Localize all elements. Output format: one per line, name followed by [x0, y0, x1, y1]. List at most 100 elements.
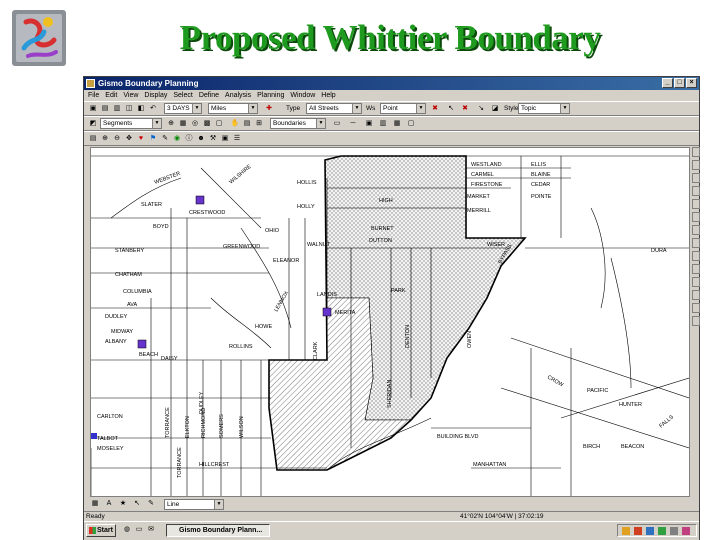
menu-help[interactable]: Help [321, 90, 335, 101]
map-view[interactable]: WEBSTER WILSHIRE CRESTWOOD SLATER BOYD S… [90, 147, 690, 497]
info-icon[interactable]: ⓘ [184, 134, 194, 144]
quicklaunch-outlook-icon[interactable]: ✉ [146, 525, 156, 535]
erase-icon[interactable]: ✖ [460, 104, 470, 114]
tool-icon[interactable] [692, 160, 700, 170]
camera-icon[interactable]: ▣ [220, 134, 230, 144]
pen-icon[interactable]: ✎ [146, 499, 156, 509]
frame-icon[interactable]: ▭ [332, 119, 342, 129]
street-label: SOMERS [219, 414, 225, 438]
window-icon[interactable]: ▣ [364, 119, 374, 129]
window-titlebar[interactable]: Gismo Boundary Planning _ □ × [84, 77, 699, 90]
heart-icon[interactable]: ♥ [136, 134, 146, 144]
tool-icon[interactable] [692, 212, 700, 222]
tool-icon[interactable] [692, 225, 700, 235]
tray-icon[interactable] [682, 527, 690, 535]
tray-icon[interactable] [658, 527, 666, 535]
street-label: CHATHAM [115, 272, 142, 278]
menu-display[interactable]: Display [144, 90, 167, 101]
pointer-icon[interactable]: ↖ [446, 104, 456, 114]
units-select[interactable]: Miles ▼ [208, 103, 258, 114]
pan-icon[interactable]: ✥ [124, 134, 134, 144]
tool-icon[interactable] [692, 251, 700, 261]
maximize-button[interactable]: □ [674, 78, 685, 88]
tool-icon[interactable] [692, 303, 700, 313]
table-icon[interactable]: ▥ [378, 119, 388, 129]
zoom-in-icon[interactable]: ⊕ [100, 134, 110, 144]
node-icon[interactable]: ⊞ [254, 119, 264, 129]
open-file-icon[interactable]: ▣ [88, 104, 98, 114]
menu-edit[interactable]: Edit [105, 90, 117, 101]
select-tool-icon[interactable]: ✖ [430, 104, 440, 114]
disk-icon[interactable]: ▤ [242, 119, 252, 129]
tool-icon[interactable] [692, 173, 700, 183]
menu-window[interactable]: Window [290, 90, 315, 101]
save-icon[interactable]: ▤ [100, 104, 110, 114]
street-label: FIRESTONE [471, 182, 503, 188]
symbol-tool-icon[interactable]: ★ [118, 499, 128, 509]
tool-icon[interactable] [692, 316, 700, 326]
tray-icon[interactable] [622, 527, 630, 535]
select-arrow-icon[interactable]: ↖ [132, 499, 142, 509]
people-icon[interactable]: ☻ [196, 134, 206, 144]
tool-icon[interactable] [692, 186, 700, 196]
panel-icon[interactable]: ▢ [406, 119, 416, 129]
globe-icon[interactable]: ◉ [172, 134, 182, 144]
draw-tool-icon[interactable]: ▦ [90, 499, 100, 509]
layer-icon[interactable]: ◩ [88, 119, 98, 129]
tray-icon[interactable] [634, 527, 642, 535]
menu-analysis[interactable]: Analysis [225, 90, 251, 101]
scale-select[interactable]: 3 DAYS ▼ [164, 103, 202, 114]
layer-select[interactable]: All Streets ▼ [306, 103, 362, 114]
tool-icon[interactable] [692, 147, 700, 157]
tool-icon[interactable] [692, 264, 700, 274]
menu-view[interactable]: View [123, 90, 138, 101]
line-icon[interactable]: ─ [348, 119, 358, 129]
zoom-icon[interactable]: ✚ [264, 104, 274, 114]
target-icon[interactable]: ◎ [190, 119, 200, 129]
menu-define[interactable]: Define [199, 90, 219, 101]
arrow-tool-icon[interactable]: ↘ [476, 104, 486, 114]
tool-icon[interactable] [692, 277, 700, 287]
tray-icon[interactable] [646, 527, 654, 535]
menu-select[interactable]: Select [173, 90, 192, 101]
wrench-icon[interactable]: ✎ [160, 134, 170, 144]
street-label: PARK [391, 288, 406, 294]
line-type-select[interactable]: Line ▼ [164, 499, 224, 510]
new-icon[interactable]: ▤ [88, 134, 98, 144]
undo-icon[interactable]: ↶ [148, 104, 158, 114]
map-canvas[interactable]: WEBSTER WILSHIRE CRESTWOOD SLATER BOYD S… [91, 148, 689, 496]
paste-icon[interactable]: ◧ [136, 104, 146, 114]
street-label: MOSELEY [97, 446, 124, 452]
start-button[interactable]: Start [86, 524, 116, 537]
chart-icon[interactable]: ▦ [392, 119, 402, 129]
quicklaunch-desktop-icon[interactable]: ▭ [134, 525, 144, 535]
menu-file[interactable]: File [88, 90, 99, 101]
text-tool-icon[interactable]: A [104, 499, 114, 509]
box-icon[interactable]: ▢ [214, 119, 224, 129]
grid-icon[interactable]: ▦ [178, 119, 188, 129]
boundaries-select[interactable]: Boundaries ▼ [270, 118, 326, 129]
tool-icon[interactable] [692, 199, 700, 209]
tray-icon[interactable] [670, 527, 678, 535]
minimize-button[interactable]: _ [662, 78, 673, 88]
right-toolbar [692, 147, 700, 497]
flag-icon[interactable]: ⚑ [148, 134, 158, 144]
print-icon[interactable]: ▥ [112, 104, 122, 114]
tool-icon[interactable] [692, 290, 700, 300]
hand-icon[interactable]: ✋ [230, 119, 240, 129]
color-tool-icon[interactable]: ◪ [490, 104, 500, 114]
tool-icon[interactable] [692, 238, 700, 248]
close-button[interactable]: × [686, 78, 697, 88]
quicklaunch-ie-icon[interactable]: ◍ [122, 525, 132, 535]
menu-planning[interactable]: Planning [257, 90, 284, 101]
segments-select[interactable]: Segments ▼ [100, 118, 162, 129]
copy-icon[interactable]: ◫ [124, 104, 134, 114]
label-select[interactable]: Point ▼ [380, 103, 426, 114]
ruler-icon[interactable]: ⚒ [208, 134, 218, 144]
taskbar-app-button[interactable]: Gismo Boundary Plann... [166, 524, 270, 537]
stack-icon[interactable]: ▩ [202, 119, 212, 129]
list-icon[interactable]: ☰ [232, 134, 242, 144]
cursor-icon[interactable]: ⊕ [166, 119, 176, 129]
style-select[interactable]: Topic ▼ [518, 103, 570, 114]
zoom-out-icon[interactable]: ⊖ [112, 134, 122, 144]
